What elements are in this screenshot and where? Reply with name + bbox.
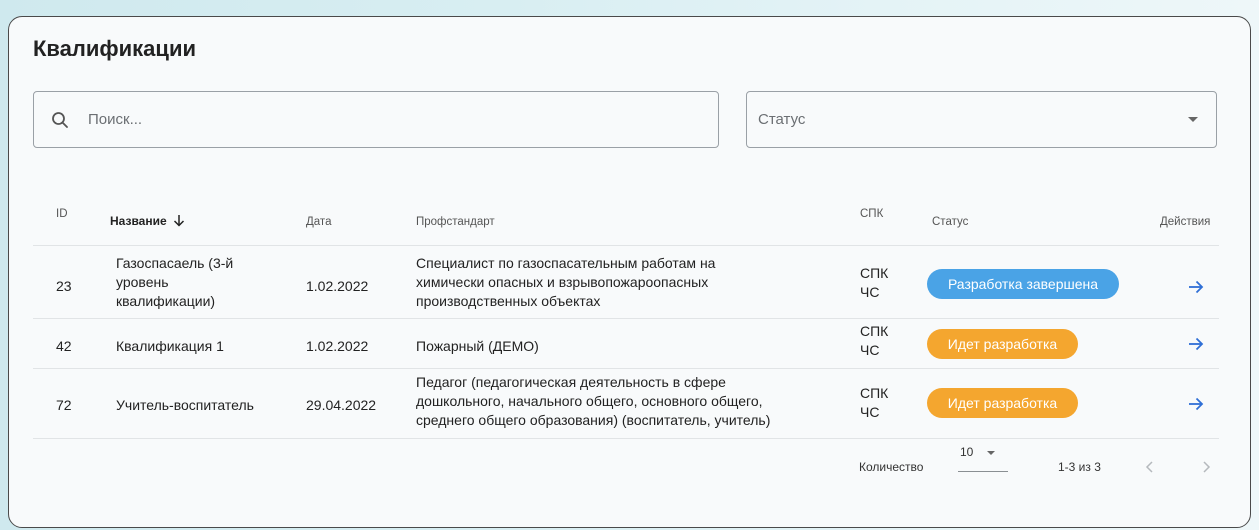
row-profstandard: Специалист по газоспасательным работам н…: [416, 254, 715, 311]
row-profstandard-line: среднего общего образования) (воспитател…: [416, 412, 771, 428]
row-spk-line: ЧС: [860, 404, 880, 420]
column-header-date[interactable]: Дата: [306, 216, 331, 228]
column-header-spk[interactable]: СПК: [860, 208, 883, 220]
rows-per-page-label: Количество: [859, 460, 924, 474]
row-id: 23: [56, 278, 72, 294]
row-date: 29.04.2022: [306, 397, 377, 413]
row-profstandard-line: производственных объектах: [416, 293, 601, 309]
row-profstandard: Пожарный (ДЕМО): [416, 337, 539, 356]
column-header-actions: Действия: [1160, 216, 1211, 228]
row-profstandard-line: Пожарный (ДЕМО): [416, 338, 539, 354]
column-header-profstandard[interactable]: Профстандарт: [416, 216, 495, 228]
row-id: 72: [56, 397, 72, 413]
row-profstandard: Педагог (педагогическая деятельность в с…: [416, 373, 770, 430]
status-badge: Разработка завершена: [927, 269, 1119, 299]
chevron-left-icon[interactable]: [1142, 459, 1158, 475]
row-spk: СПК ЧС: [860, 322, 888, 360]
row-spk: СПК ЧС: [860, 384, 888, 422]
pagination-range: 1-3 из 3: [1058, 460, 1101, 474]
row-spk-line: СПК: [860, 265, 889, 281]
rows-per-page-select[interactable]: 10: [958, 443, 1008, 473]
row-profstandard-line: Педагог (педагогическая деятельность в с…: [416, 374, 726, 390]
column-header-id[interactable]: ID: [56, 208, 68, 220]
status-filter-select[interactable]: Статус: [746, 91, 1217, 148]
arrow-right-icon[interactable]: [1187, 335, 1205, 353]
row-name-line: квалификации): [116, 293, 216, 309]
row-divider: [33, 368, 1219, 369]
rows-per-page-value: 10: [960, 445, 974, 459]
column-header-name[interactable]: Название: [110, 214, 185, 230]
chevron-down-icon: [987, 451, 995, 455]
rows-per-page-underline: [958, 471, 1008, 472]
row-spk-line: ЧС: [860, 342, 880, 358]
header-divider: [33, 245, 1219, 246]
row-name: Учитель-воспитатель: [116, 396, 254, 415]
row-profstandard-line: химически опасных и взрывопожароопасных: [416, 274, 709, 290]
row-spk-line: СПК: [860, 323, 889, 339]
row-id: 42: [56, 338, 72, 354]
row-name-line: уровень: [116, 274, 169, 290]
row-profstandard-line: дошкольного, начального общего, основног…: [416, 393, 763, 409]
arrow-right-icon[interactable]: [1187, 278, 1205, 296]
page-title: Квалификации: [33, 36, 196, 61]
chevron-down-icon: [1188, 117, 1198, 122]
column-header-name-label: Название: [110, 214, 167, 229]
row-date: 1.02.2022: [306, 278, 369, 294]
arrow-down-icon: [173, 214, 185, 230]
row-name-line: Газоспасаель (3-й: [116, 255, 234, 271]
row-profstandard-line: Специалист по газоспасательным работам н…: [416, 255, 716, 271]
row-name: Квалификация 1: [116, 337, 224, 356]
arrow-right-icon[interactable]: [1187, 395, 1205, 413]
search-field[interactable]: [33, 91, 719, 148]
search-icon: [49, 109, 71, 131]
chevron-right-icon[interactable]: [1198, 459, 1214, 475]
row-name: Газоспасаель (3-й уровень квалификации): [116, 254, 233, 311]
row-name-line: Квалификация 1: [116, 338, 224, 354]
row-spk-line: ЧС: [860, 284, 880, 300]
row-date: 1.02.2022: [306, 338, 369, 354]
row-spk-line: СПК: [860, 385, 889, 401]
row-spk: СПК ЧС: [860, 264, 888, 302]
status-badge: Идет разработка: [927, 329, 1078, 359]
status-badge: Идет разработка: [927, 388, 1078, 418]
column-header-status[interactable]: Статус: [932, 216, 968, 228]
search-input[interactable]: [86, 110, 650, 129]
row-name-line: Учитель-воспитатель: [116, 397, 254, 413]
status-filter-placeholder: Статус: [758, 111, 806, 128]
row-divider: [33, 438, 1219, 439]
row-divider: [33, 318, 1219, 319]
